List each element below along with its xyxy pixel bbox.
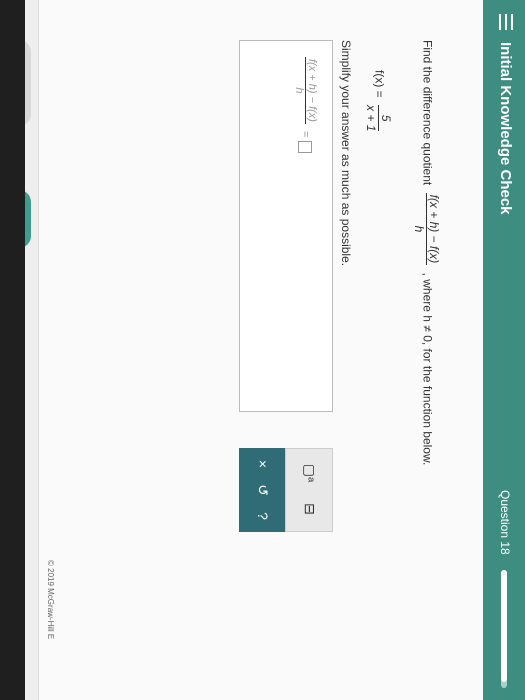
- math-toolbar: ▢ᵃ ⊟ × ↺ ?: [239, 448, 333, 532]
- dq-denominator: h: [412, 225, 426, 233]
- question-prompt: Find the difference quotient f(x + h) − …: [412, 40, 441, 465]
- function-denominator: x + 1: [364, 105, 378, 132]
- function-left: f(x) =: [372, 70, 387, 98]
- answer-fraction: f(x + h) − f(x) h: [293, 57, 318, 124]
- answer-denominator: h: [293, 87, 305, 94]
- undo-icon[interactable]: ↺: [249, 476, 277, 504]
- fraction-template-icon[interactable]: ⊟: [296, 495, 324, 523]
- toolbar-bottom: × ↺ ?: [239, 448, 285, 532]
- answer-input-box[interactable]: f(x + h) − f(x) h =: [239, 40, 333, 412]
- clear-icon[interactable]: ×: [249, 450, 277, 478]
- answer-expression: f(x + h) − f(x) h =: [293, 53, 318, 153]
- dq-numerator: f(x + h) − f(x): [426, 192, 441, 266]
- prompt-text-after: , where h ≠ 0, for the function below.: [420, 272, 435, 466]
- difference-quotient: f(x + h) − f(x) h: [412, 192, 441, 266]
- progress-fill: [501, 570, 507, 683]
- question-content: Find the difference quotient f(x + h) − …: [39, 0, 483, 700]
- menu-icon[interactable]: [497, 14, 513, 30]
- answer-slot[interactable]: [298, 140, 313, 153]
- question-number: Question 18: [498, 490, 512, 555]
- copyright-text: © 2019 McGraw-Hill E: [46, 560, 55, 640]
- page-title: Initial Knowledge Check: [497, 42, 514, 215]
- function-numerator: 5: [378, 105, 393, 132]
- screen: Initial Knowledge Check Question 18 Find…: [0, 0, 525, 700]
- simplify-instruction: Simplify your answer as much as possible…: [339, 40, 353, 267]
- help-icon[interactable]: ?: [249, 502, 277, 530]
- function-fraction: 5 x + 1: [364, 105, 393, 132]
- progress-bar: [501, 570, 507, 688]
- prompt-text: Find the difference quotient: [420, 40, 435, 186]
- header-bar: Initial Knowledge Check Question 18: [483, 0, 525, 700]
- os-taskbar: [0, 0, 25, 700]
- superscript-template-icon[interactable]: ▢ᵃ: [296, 459, 324, 487]
- answer-numerator: f(x + h) − f(x): [305, 57, 318, 124]
- equals-sign: =: [299, 131, 312, 138]
- function-definition: f(x) = 5 x + 1: [364, 70, 393, 135]
- toolbar-top: ▢ᵃ ⊟: [285, 448, 333, 532]
